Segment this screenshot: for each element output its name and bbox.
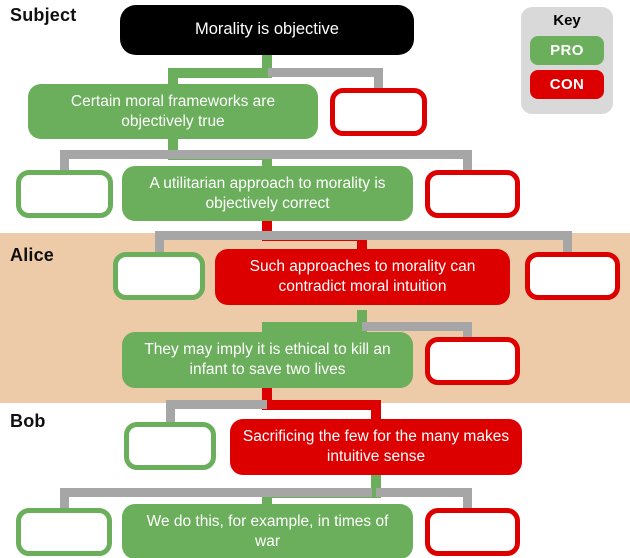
- legend-chip-con: CON: [530, 70, 604, 100]
- connector-r3main-to-r4con-h: [362, 322, 472, 331]
- node-r3-main[interactable]: Such approaches to morality can contradi…: [215, 249, 510, 305]
- node-r2-con-empty[interactable]: [425, 170, 520, 218]
- node-r6-pro-empty[interactable]: [16, 508, 112, 556]
- node-root-text: Morality is objective: [195, 20, 339, 39]
- legend-chip-pro: PRO: [530, 36, 604, 66]
- legend-title: Key: [553, 12, 581, 29]
- connector-r1main-to-r2pro-v: [60, 150, 69, 172]
- node-r6-main-text: We do this, for example, in times of war: [146, 512, 389, 550]
- speaker-label-alice: Alice: [10, 245, 55, 265]
- connector-r1main-to-r2pro-h: [60, 150, 172, 159]
- node-r5-main-text: Sacrificing the few for the many makes i…: [242, 428, 510, 465]
- connector-r2main-to-r3con-h: [267, 231, 572, 240]
- node-r3-pro-empty[interactable]: [113, 252, 205, 300]
- argument-diagram: Subject Alice Bob Morality is objective …: [0, 0, 630, 558]
- node-r5-main[interactable]: Sacrificing the few for the many makes i…: [230, 419, 522, 475]
- node-r4-main-text: They may imply it is ethical to kill an …: [144, 341, 391, 378]
- legend-chip-con-label: CON: [549, 76, 585, 94]
- connector-r5main-to-r6con-h: [376, 488, 472, 497]
- connector-r2main-to-r3pro-h: [155, 231, 267, 240]
- node-r1-main-text: Certain moral frameworks are objectively…: [70, 92, 276, 130]
- connector-r4main-to-r5pro-h: [166, 400, 267, 409]
- speaker-label-bob: Bob: [10, 411, 46, 431]
- node-r1-main[interactable]: Certain moral frameworks are objectively…: [28, 84, 318, 139]
- node-r6-main[interactable]: We do this, for example, in times of war: [122, 504, 413, 558]
- node-r4-main[interactable]: They may imply it is ethical to kill an …: [122, 332, 413, 388]
- legend-key: Key PRO CON: [521, 7, 613, 114]
- node-r1-con-empty[interactable]: [330, 88, 427, 136]
- connector-r3main-to-r4main-h: [262, 322, 367, 332]
- connector-r5main-to-r6pro-v: [60, 488, 69, 510]
- node-r2-main[interactable]: A utilitarian approach to morality is ob…: [122, 166, 413, 221]
- node-r6-con-empty[interactable]: [425, 508, 520, 556]
- legend-chip-pro-label: PRO: [550, 42, 584, 60]
- connector-r1main-to-r2con-h: [172, 150, 472, 159]
- node-r4-con-empty[interactable]: [425, 337, 520, 385]
- node-r2-pro-empty[interactable]: [16, 170, 113, 218]
- connector-root-to-r1con-h: [268, 68, 383, 77]
- connector-r2main-to-r3pro-v: [155, 231, 164, 253]
- node-r3-main-text: Such approaches to morality can contradi…: [249, 258, 476, 295]
- node-r3-con-empty[interactable]: [525, 252, 620, 300]
- connector-r4main-to-r5main-h: [262, 400, 381, 410]
- connector-r5main-to-r6con-v: [463, 488, 472, 510]
- connector-r5main-to-r6pro-h: [60, 488, 372, 497]
- connector-r1main-to-r2con-v: [463, 150, 472, 172]
- node-r2-main-text: A utilitarian approach to morality is ob…: [149, 174, 386, 212]
- node-root[interactable]: Morality is objective: [120, 5, 414, 55]
- connector-r2main-to-r3con-v: [563, 231, 572, 253]
- connector-r4main-to-r5pro-v: [166, 400, 175, 422]
- speaker-label-subject: Subject: [10, 5, 77, 25]
- node-r5-pro-empty[interactable]: [124, 422, 216, 470]
- connector-root-to-r1con-v: [374, 68, 383, 90]
- connector-root-to-r1main-h: [168, 68, 272, 78]
